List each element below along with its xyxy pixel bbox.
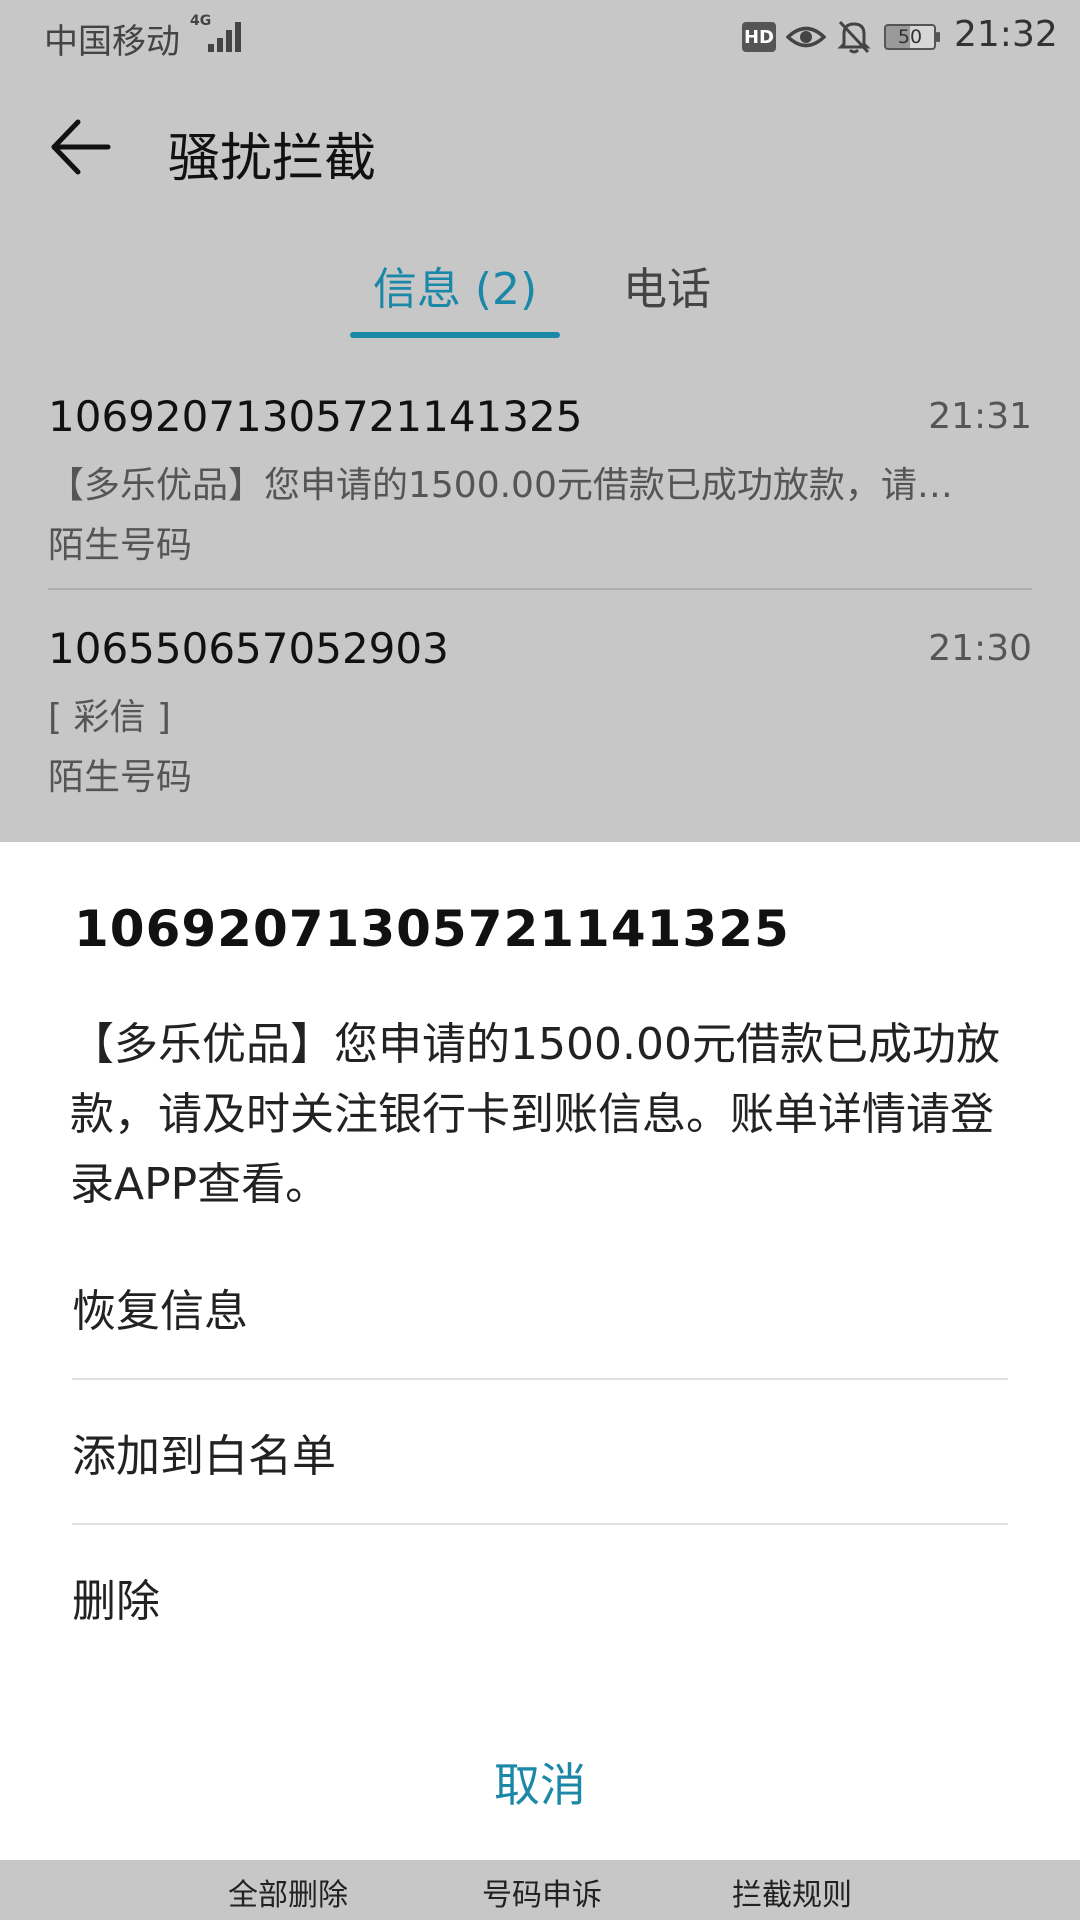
cancel-button[interactable]: 取消 [0,1740,1080,1830]
number-appeal-button[interactable]: 号码申诉 [482,1870,602,1914]
list-item[interactable]: 106550657052903 21:30 [ 彩信 ] 陌生号码 [48,590,1032,822]
option-label: 删除 [72,1576,160,1627]
option-label: 添加到白名单 [72,1431,336,1482]
message-list: 10692071305721141325 21:31 【多乐优品】您申请的150… [0,358,1080,842]
delete-button[interactable]: 删除 [72,1525,1008,1670]
block-rules-button[interactable]: 拦截规则 [732,1870,852,1914]
back-button[interactable] [46,112,116,182]
add-to-whitelist-button[interactable]: 添加到白名单 [72,1380,1008,1525]
bell-off-icon [836,18,872,56]
arrow-left-icon [51,119,111,175]
sheet-message-body: 【多乐优品】您申请的1500.00元借款已成功放款，请及时关注银行卡到账信息。账… [70,1019,1000,1210]
message-time: 21:31 [928,396,1032,437]
tab-messages[interactable]: 信息 (2) [350,262,560,338]
tab-active-indicator [350,332,560,338]
message-tag: 陌生号码 [48,757,193,798]
eye-icon [785,22,827,52]
message-sender: 106550657052903 [48,624,449,673]
status-time: 21:32 [954,14,1058,55]
message-preview: 【多乐优品】您申请的1500.00元借款已成功放款，请… [48,465,953,506]
battery-percent: 50 [897,26,923,48]
delete-all-button[interactable]: 全部删除 [228,1870,348,1914]
message-preview: [ 彩信 ] [48,697,171,738]
carrier-name: 中国移动 [44,22,180,62]
signal-icon [208,20,246,52]
sheet-sender: 10692071305721141325 [74,900,790,958]
tab-calls[interactable]: 电话 [612,262,722,338]
hd-badge: HD [742,22,776,52]
page-title: 骚扰拦截 [168,129,377,189]
option-label: 恢复信息 [72,1286,248,1337]
tab-label: 信息 (2) [372,264,538,315]
list-item[interactable]: 10692071305721141325 21:31 【多乐优品】您申请的150… [48,358,1032,590]
restore-message-button[interactable]: 恢复信息 [72,1235,1008,1380]
battery-icon: 50 [884,24,940,52]
message-tag: 陌生号码 [48,525,193,566]
message-sender: 10692071305721141325 [48,392,583,441]
tab-label: 电话 [623,264,711,315]
message-time: 21:30 [928,628,1032,669]
